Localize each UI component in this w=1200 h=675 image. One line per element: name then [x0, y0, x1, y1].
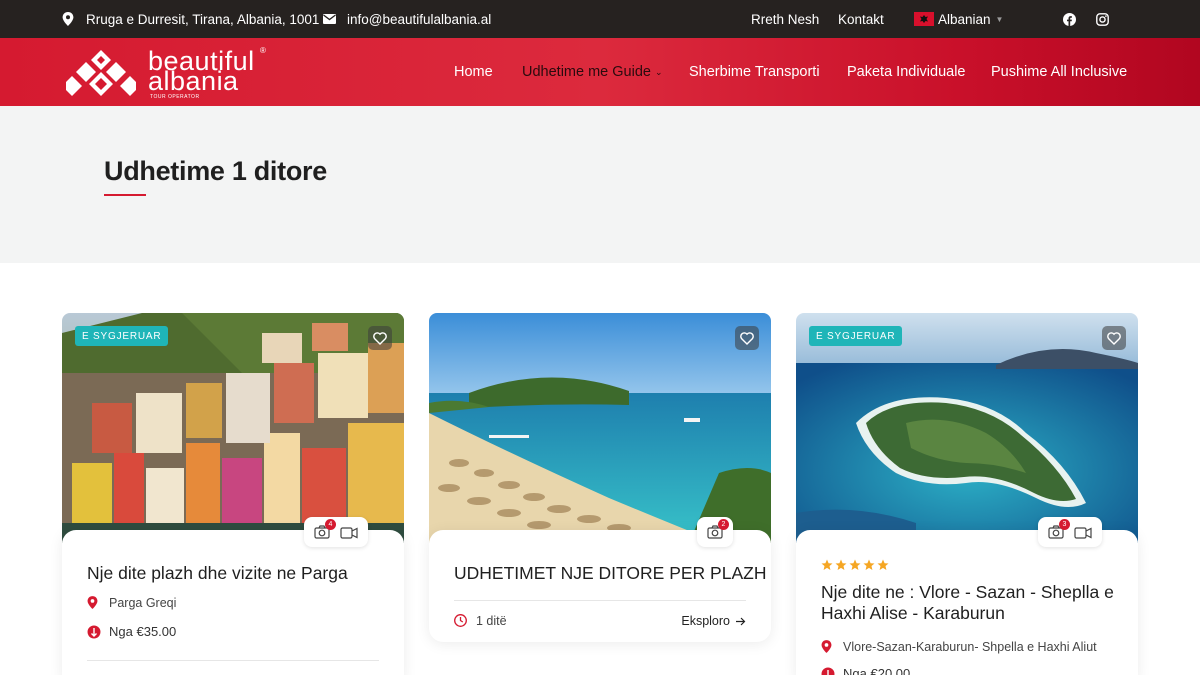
- media-pill[interactable]: 2: [697, 517, 733, 547]
- nav-individual-packages[interactable]: Paketa Individuale: [847, 38, 966, 106]
- page-title: Udhetime 1 ditore: [104, 156, 327, 186]
- price-value: €35.00: [136, 624, 177, 639]
- email-link[interactable]: info@beautifulalbania.al: [347, 12, 491, 27]
- tour-image-parga[interactable]: E SYGJERUAR: [62, 313, 404, 543]
- tour-duration-text: 1 ditë: [476, 614, 507, 628]
- card-body: Nje dite plazh dhe vizite ne Parga Parga…: [62, 530, 404, 675]
- tour-title[interactable]: Nje dite ne : Vlore - Sazan - Sheplla e …: [821, 582, 1121, 624]
- featured-badge: E SYGJERUAR: [809, 326, 903, 346]
- clock-icon: [454, 614, 468, 628]
- instagram-link[interactable]: [1096, 0, 1109, 38]
- location-pin-icon: [821, 640, 835, 654]
- tour-price: Nga €35.00: [87, 624, 176, 639]
- explore-link[interactable]: Eksploro: [681, 614, 746, 628]
- price-prefix: Nga: [109, 624, 133, 639]
- tour-location: Vlore-Sazan-Karaburun- Shpella e Haxhi A…: [821, 640, 1097, 654]
- heart-icon: [1107, 331, 1121, 345]
- arrow-right-icon: [736, 617, 746, 626]
- nav-home[interactable]: Home: [454, 38, 493, 106]
- nav-transport-label: Sherbime Transporti: [689, 64, 820, 80]
- facebook-icon: [1063, 12, 1076, 26]
- instagram-icon: [1096, 12, 1109, 26]
- price-tag-icon: [87, 625, 101, 639]
- star-icon: [821, 559, 833, 570]
- envelope-icon: [323, 12, 337, 26]
- video-icon: [1074, 526, 1092, 539]
- email-info[interactable]: info@beautifulalbania.al: [323, 0, 491, 38]
- nav-all-inclusive[interactable]: Pushime All Inclusive: [991, 38, 1127, 106]
- photo-count-badge: 3: [1059, 519, 1070, 530]
- photo-count-badge: 2: [718, 519, 729, 530]
- price-tag-icon: [821, 667, 835, 675]
- tour-price: Nga €20.00: [821, 666, 910, 675]
- caret-down-icon: ▼: [995, 14, 1004, 24]
- tour-title[interactable]: Nje dite plazh dhe vizite ne Parga: [87, 563, 348, 584]
- nav-all-inclusive-label: Pushime All Inclusive: [991, 64, 1128, 80]
- location-pin-icon: [62, 12, 76, 26]
- wishlist-button[interactable]: [1102, 326, 1126, 350]
- nav-transport[interactable]: Sherbime Transporti: [689, 38, 820, 106]
- nav-guided-tours[interactable]: Udhetime me Guide ⌄: [522, 38, 663, 106]
- top-bar: Rruga e Durresit, Tirana, Albania, 1001 …: [0, 0, 1200, 38]
- contact-label[interactable]: Kontakt: [838, 12, 884, 27]
- star-icon: [849, 559, 861, 570]
- star-icon: [835, 559, 847, 570]
- tour-location-text: Vlore-Sazan-Karaburun- Shpella e Haxhi A…: [843, 640, 1097, 654]
- tour-duration: 1 ditë: [454, 614, 507, 628]
- brand-line-2: albania: [148, 66, 239, 96]
- tour-card[interactable]: E SYGJERUAR 4 Nje dite plazh dhe vizite …: [62, 313, 404, 675]
- media-pill[interactable]: 3: [1038, 517, 1102, 547]
- heart-icon: [373, 331, 387, 345]
- camera-icon: 2: [707, 519, 729, 539]
- camera-icon: 4: [314, 519, 336, 539]
- card-body: Nje dite ne : Vlore - Sazan - Sheplla e …: [796, 530, 1138, 675]
- contact-link[interactable]: Kontakt: [838, 0, 884, 38]
- nav-individual-packages-label: Paketa Individuale: [847, 64, 966, 80]
- rating-stars: [821, 559, 889, 571]
- tour-image-beach[interactable]: [429, 313, 771, 543]
- brand-logo[interactable]: beautiful albania ® TOUR OPERATOR: [66, 46, 276, 102]
- chevron-down-icon: ⌄: [654, 66, 663, 77]
- language-switcher[interactable]: Albanian ▼: [914, 0, 1003, 38]
- facebook-link[interactable]: [1063, 0, 1076, 38]
- tour-card[interactable]: 2 UDHETIMET NJE DITORE PER PLAZH 1 ditë …: [429, 313, 771, 675]
- wishlist-button[interactable]: [368, 326, 392, 350]
- albania-flag-icon: [914, 12, 934, 26]
- tour-title[interactable]: UDHETIMET NJE DITORE PER PLAZH: [454, 563, 766, 584]
- video-icon: [340, 526, 358, 539]
- address-text: Rruga e Durresit, Tirana, Albania, 1001: [86, 11, 320, 27]
- brand-subtitle: TOUR OPERATOR: [150, 94, 200, 100]
- card-divider: [87, 660, 379, 661]
- about-link[interactable]: Rreth Nesh: [751, 0, 819, 38]
- title-underline: [104, 194, 146, 196]
- tour-image-karaburun[interactable]: E SYGJERUAR: [796, 313, 1138, 543]
- tour-card[interactable]: E SYGJERUAR 3 Nje dite ne : Vlore - Saza…: [796, 313, 1138, 675]
- price-prefix: Nga: [843, 666, 867, 675]
- about-label[interactable]: Rreth Nesh: [751, 12, 819, 27]
- card-divider: [454, 600, 746, 601]
- main-header: beautiful albania ® TOUR OPERATOR Home U…: [0, 38, 1200, 106]
- star-icon: [877, 559, 889, 570]
- nav-home-label: Home: [454, 64, 493, 80]
- language-label: Albanian: [938, 11, 991, 27]
- location-pin-icon: [87, 596, 101, 610]
- explore-label: Eksploro: [681, 614, 730, 628]
- tour-location-text: Parga Greqi: [109, 596, 177, 610]
- tour-location: Parga Greqi: [87, 596, 176, 610]
- featured-badge: E SYGJERUAR: [75, 326, 169, 346]
- address-info: Rruga e Durresit, Tirana, Albania, 1001: [62, 0, 319, 38]
- photo-count-badge: 4: [325, 519, 336, 530]
- nav-guided-tours-label: Udhetime me Guide: [522, 64, 651, 80]
- price-value: €20.00: [870, 666, 911, 675]
- heart-icon: [740, 331, 754, 345]
- page-title-band: Udhetime 1 ditore: [0, 106, 1200, 263]
- wishlist-button[interactable]: [735, 326, 759, 350]
- camera-icon: 3: [1048, 519, 1070, 539]
- registered-mark: ®: [260, 46, 266, 55]
- star-icon: [863, 559, 875, 570]
- media-pill[interactable]: 4: [304, 517, 368, 547]
- logo-mark-icon: [66, 50, 136, 96]
